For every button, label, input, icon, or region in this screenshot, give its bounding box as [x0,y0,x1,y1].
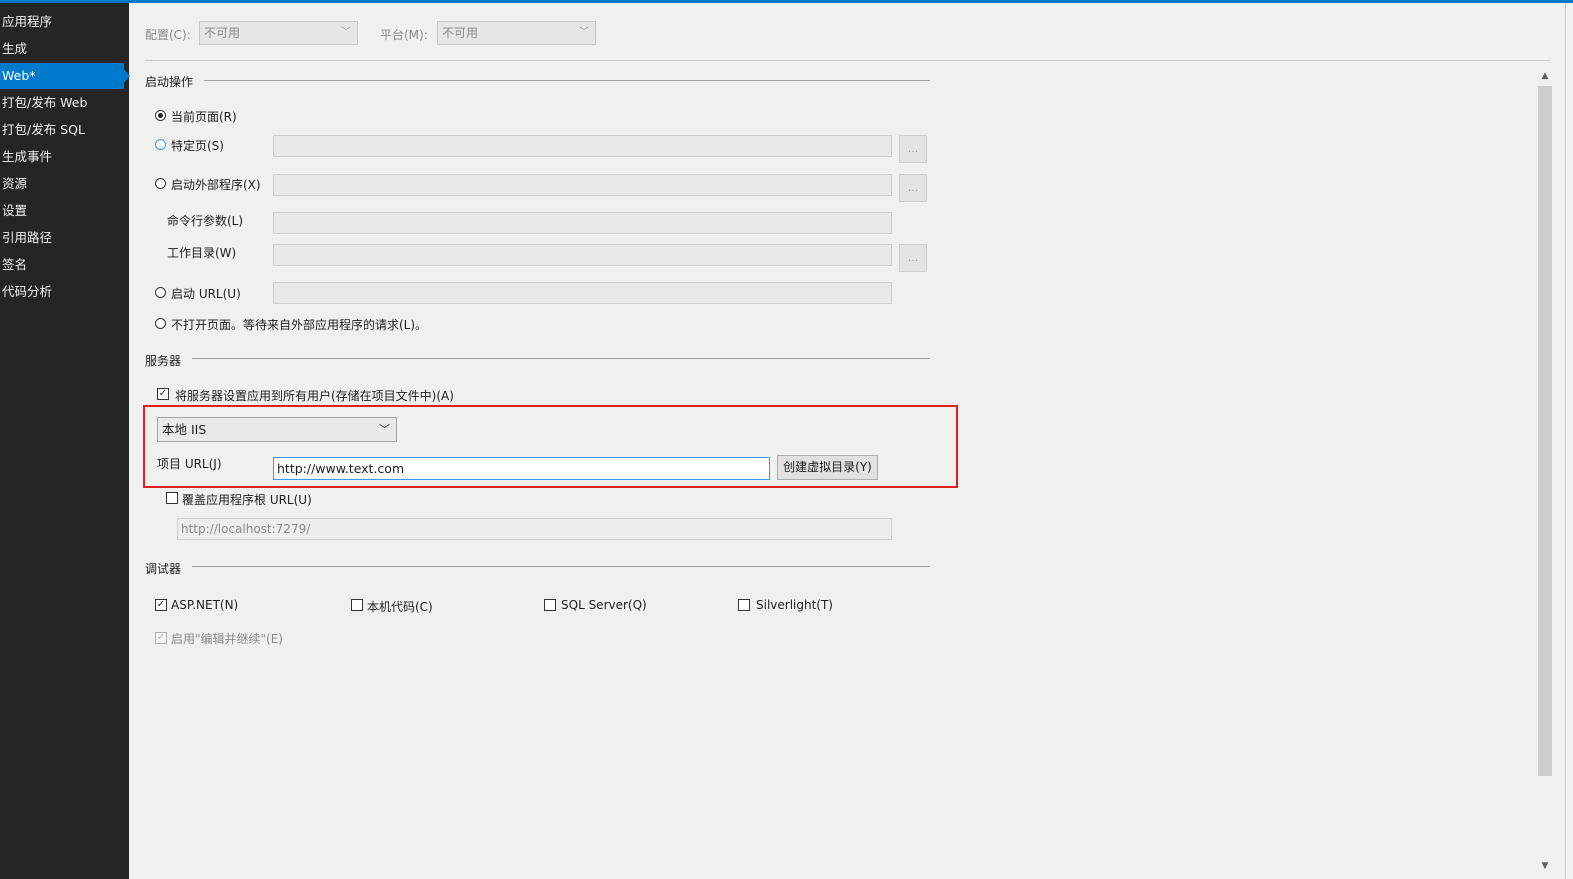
sidebar-item-reference-paths[interactable]: 引用路径 [0,225,124,251]
chevron-down-icon: ﹀ [579,27,589,38]
platform-label: 平台(M): [380,28,428,42]
silverlight-label: Silverlight(T) [756,598,833,612]
window-border [1565,3,1566,879]
override-root-label: 覆盖应用程序根 URL(U) [182,493,312,507]
specific-page-label: 特定页(S) [171,139,224,153]
current-page-label: 当前页面(R) [171,110,237,124]
sidebar-item-resources[interactable]: 资源 [0,171,124,197]
aspnet-debugger-checkbox[interactable]: ✓ [155,599,167,611]
sidebar-item-web[interactable]: Web* [0,63,130,89]
sql-server-checkbox[interactable] [544,599,556,611]
config-select: 不可用 ﹀ [199,21,358,45]
external-program-label: 启动外部程序(X) [171,178,261,192]
work-dir-browse-button[interactable]: ... [899,244,927,272]
specific-page-input[interactable] [273,135,892,157]
radio-dont-open[interactable] [155,318,166,329]
cmd-args-label: 命令行参数(L) [167,214,244,228]
sidebar-item-code-analysis[interactable]: 代码分析 [0,279,124,305]
sidebar-item-package-web[interactable]: 打包/发布 Web [0,90,124,116]
override-root-checkbox[interactable] [166,492,178,504]
section-title-debugger: 调试器 [145,562,182,576]
header-divider [145,60,1550,61]
external-program-browse-button[interactable]: ... [899,174,927,202]
sidebar-item-signing[interactable]: 签名 [0,252,124,278]
sidebar: 应用程序 生成 Web* 打包/发布 Web 打包/发布 SQL 生成事件 资源… [0,3,130,879]
root-url-input: http://localhost:7279/ [177,518,892,540]
sidebar-item-settings[interactable]: 设置 [0,198,124,224]
work-dir-input[interactable] [273,244,892,266]
sidebar-item-build-events[interactable]: 生成事件 [0,144,124,170]
dont-open-label: 不打开页面。等待来自外部应用程序的请求(L)。 [171,318,428,332]
scroll-up-icon[interactable]: ▲ [1538,68,1552,84]
start-url-label: 启动 URL(U) [171,287,241,301]
chevron-down-icon: ﹀ [341,27,351,38]
radio-start-url[interactable] [155,287,166,298]
section-title-server: 服务器 [145,354,182,368]
aspnet-debugger-label: ASP.NET(N) [171,598,239,612]
silverlight-checkbox[interactable] [738,599,750,611]
highlight-box [143,405,958,488]
config-value: 不可用 [204,26,241,40]
section-divider [204,80,930,81]
scrollbar-thumb[interactable] [1538,86,1552,776]
radio-current-page[interactable] [155,110,166,121]
start-url-input[interactable] [273,282,892,304]
sql-server-label: SQL Server(Q) [561,598,647,612]
title-accent-bar [0,0,1573,3]
platform-value: 不可用 [442,26,479,40]
section-divider [192,566,930,567]
scroll-down-icon[interactable]: ▼ [1538,858,1552,874]
config-label: 配置(C): [145,28,191,42]
apply-all-users-label: 将服务器设置应用到所有用户(存储在项目文件中)(A) [175,389,454,403]
section-title-start-action: 启动操作 [145,75,194,89]
native-code-label: 本机代码(C) [367,600,433,614]
work-dir-label: 工作目录(W) [167,246,237,260]
specific-page-browse-button[interactable]: ... [899,135,927,163]
platform-select: 不可用 ﹀ [437,21,596,45]
native-code-checkbox[interactable] [351,599,363,611]
edit-continue-label: 启用"编辑并继续"(E) [171,632,283,646]
radio-specific-page[interactable] [155,139,166,150]
sidebar-item-application[interactable]: 应用程序 [0,9,124,35]
section-divider [192,358,930,359]
sidebar-item-build[interactable]: 生成 [0,36,124,62]
cmd-args-input[interactable] [273,212,892,234]
external-program-input[interactable] [273,174,892,196]
sidebar-item-package-sql[interactable]: 打包/发布 SQL [0,117,124,143]
radio-external-program[interactable] [155,178,166,189]
apply-all-users-checkbox[interactable]: ✓ [157,388,169,400]
edit-continue-checkbox: ✓ [155,632,167,644]
